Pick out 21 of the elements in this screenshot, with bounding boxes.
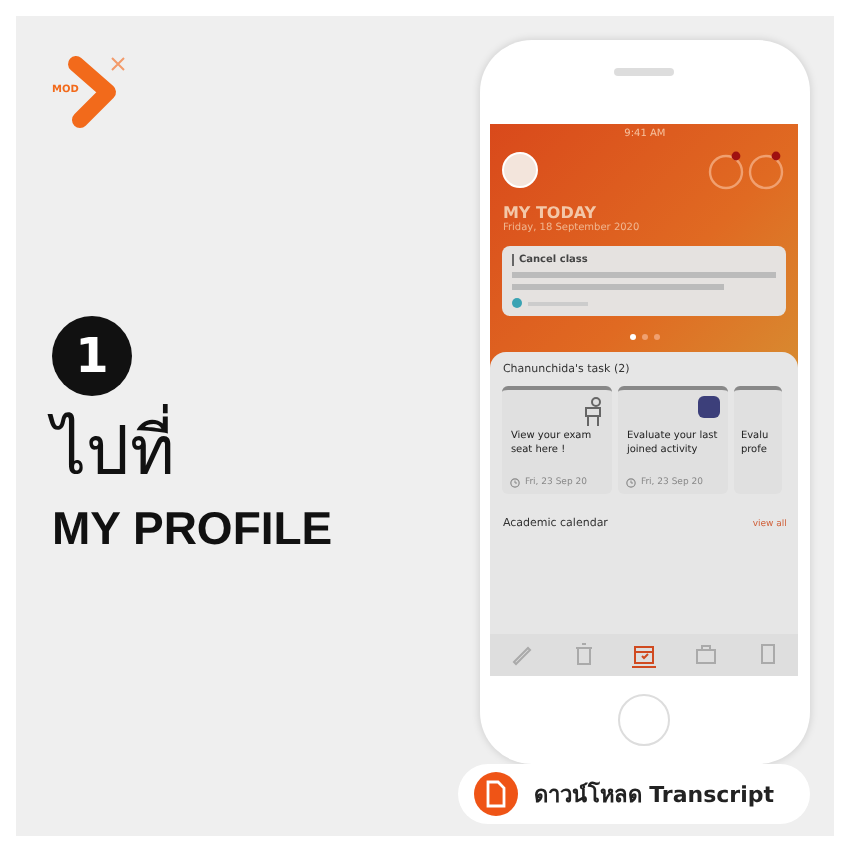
step-subtitle: MY PROFILE (52, 501, 335, 556)
doc-tab-icon[interactable] (756, 642, 781, 668)
app-icon (698, 396, 721, 418)
avatar[interactable] (502, 152, 539, 188)
carousel-dot[interactable] (641, 334, 648, 340)
calendar-tab-icon[interactable] (632, 642, 657, 668)
pen-tab-icon[interactable] (509, 642, 534, 668)
section-title: MY TODAY (502, 204, 599, 222)
document-icon (473, 772, 518, 816)
clock-icon (626, 478, 637, 488)
pattern-icon (706, 148, 787, 192)
carousel-dot[interactable] (629, 334, 636, 340)
clock-icon (510, 478, 521, 488)
bin-tab-icon[interactable] (571, 642, 596, 668)
step-number: 1 (52, 316, 132, 396)
check-icon (512, 298, 523, 308)
bag-tab-icon[interactable] (694, 642, 719, 668)
seat-icon (580, 396, 605, 428)
home-button[interactable] (618, 694, 671, 746)
download-button[interactable]: ดาวน์โหลด Transcript (457, 764, 810, 824)
carousel-dot[interactable] (653, 334, 660, 340)
